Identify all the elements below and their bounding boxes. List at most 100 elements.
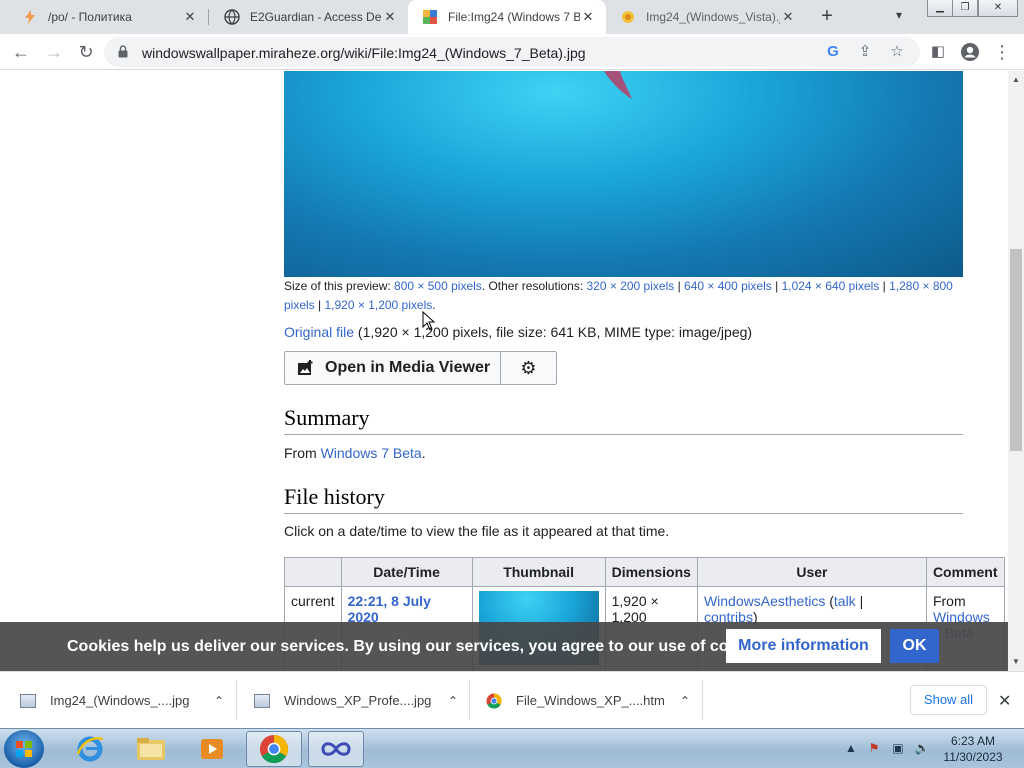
download-name: Img24_(Windows_....jpg <box>50 693 190 708</box>
download-bar: Img24_(Windows_....jpg ⌃ Windows_XP_Prof… <box>0 671 1024 728</box>
download-item[interactable]: Windows_XP_Profe....jpg ⌃ <box>254 672 458 729</box>
column-header <box>284 557 342 587</box>
chevron-down-icon[interactable]: ▾ <box>896 8 902 22</box>
tab-divider <box>208 9 209 25</box>
tab-strip: /po/ - Политика ✕ E2Guardian - Access De… <box>0 0 1024 34</box>
close-icon[interactable]: ✕ <box>182 9 198 25</box>
close-icon[interactable]: ✕ <box>382 9 398 25</box>
column-header: Comment <box>925 557 1005 587</box>
close-window-icon[interactable]: ✕ <box>978 0 1018 17</box>
lock-icon <box>118 45 128 58</box>
restore-icon[interactable]: ❐ <box>952 0 978 17</box>
user-link[interactable]: WindowsAesthetics <box>704 593 825 609</box>
start-button-windows-icon[interactable] <box>4 730 44 768</box>
toolbar: ← → ↻ windowswallpaper.miraheze.org/wiki… <box>0 34 1024 70</box>
res-link[interactable]: 1,024 × 640 pixels <box>782 279 880 293</box>
cookie-banner: Cookies help us deliver our services. By… <box>0 622 1008 671</box>
new-tab-plus-icon[interactable]: + <box>816 5 838 27</box>
wiki-tile-icon <box>423 10 437 24</box>
chrome-taskbar-icon[interactable] <box>246 731 302 767</box>
close-icon[interactable]: ✕ <box>998 691 1011 711</box>
preview-image[interactable] <box>284 71 963 277</box>
datetime-link[interactable]: 22:21, 8 July 2020 <box>348 593 431 625</box>
more-information-button[interactable]: More information <box>726 629 881 663</box>
ok-button[interactable]: OK <box>890 629 939 663</box>
bookmark-star-icon[interactable]: ☆ <box>888 43 906 61</box>
res-link[interactable]: 1,920 × 1,200 pixels <box>324 298 432 312</box>
scroll-down-icon[interactable]: ▼ <box>1011 657 1021 666</box>
address-bar[interactable]: windowswallpaper.miraheze.org/wiki/File:… <box>104 37 920 67</box>
google-lens-icon[interactable]: G <box>824 43 842 61</box>
download-name: File_Windows_XP_....htm <box>516 693 665 708</box>
column-header: Date/Time <box>340 557 473 587</box>
tab-title: File:Img24 (Windows 7 Be <box>448 10 580 24</box>
original-file-link[interactable]: Original file <box>284 324 354 340</box>
back-arrow-icon[interactable]: ← <box>9 40 33 64</box>
kebab-menu-icon[interactable]: ⋮ <box>990 40 1014 64</box>
bolt-icon <box>25 10 35 24</box>
windows-7-beta-link[interactable]: Windows 7 Beta <box>321 445 422 461</box>
download-item[interactable]: Img24_(Windows_....jpg ⌃ <box>20 672 224 729</box>
gear-icon[interactable]: ⚙ <box>500 351 557 385</box>
image-icon <box>298 360 313 375</box>
column-header: User <box>696 557 927 587</box>
page-content: Size of this preview: 800 × 500 pixels. … <box>0 71 1008 671</box>
divider <box>236 680 237 720</box>
chevron-up-icon[interactable]: ⌃ <box>214 694 224 708</box>
download-name: Windows_XP_Profe....jpg <box>284 693 432 708</box>
size-info: Size of this preview: 800 × 500 pixels. … <box>284 279 953 312</box>
image-file-icon <box>20 693 36 708</box>
folder-icon[interactable] <box>123 731 179 767</box>
tab-title: /po/ - Политика <box>48 10 132 24</box>
preview-size-link[interactable]: 800 × 500 pixels <box>394 279 482 293</box>
page-scrollbar[interactable]: ▲ ▼ <box>1008 71 1024 671</box>
summary-heading: Summary <box>284 405 963 435</box>
tab-1[interactable]: /po/ - Политика ✕ <box>8 0 208 34</box>
tab-2[interactable]: E2Guardian - Access Den ✕ <box>210 0 408 34</box>
divider <box>469 680 470 720</box>
tab-title: Img24_(Windows_Vista).jp <box>646 10 780 24</box>
url-text: windowswallpaper.miraheze.org/wiki/File:… <box>142 45 586 61</box>
summary-text: From Windows 7 Beta. <box>284 445 426 461</box>
tab-title: E2Guardian - Access Den <box>250 10 382 24</box>
globe-icon <box>224 9 240 25</box>
show-all-button[interactable]: Show all <box>910 685 987 715</box>
res-link[interactable]: 640 × 400 pixels <box>684 279 772 293</box>
clock-date: 11/30/2023 <box>943 750 1003 764</box>
res-link[interactable]: 320 × 200 pixels <box>587 279 675 293</box>
media-player-icon[interactable] <box>184 731 240 767</box>
flower-icon <box>622 11 634 23</box>
clock-time: 6:23 AM <box>950 734 996 748</box>
chrome-icon <box>486 693 502 709</box>
clock[interactable]: 6:23 AM 11/30/2023 <box>928 733 1018 765</box>
action-center-flag-icon[interactable]: ⚑ <box>866 741 882 757</box>
side-panel-icon[interactable]: ◧ <box>926 40 950 64</box>
close-icon[interactable]: ✕ <box>780 9 796 25</box>
profile-avatar-icon[interactable] <box>958 40 982 64</box>
forward-arrow-icon[interactable]: → <box>42 40 66 64</box>
file-history-heading: File history <box>284 484 963 514</box>
talk-link[interactable]: talk <box>834 593 856 609</box>
minimize-icon[interactable]: ▁ <box>927 0 953 17</box>
reload-icon[interactable]: ↻ <box>74 40 98 64</box>
file-history-intro: Click on a date/time to view the file as… <box>284 523 670 539</box>
screen: /po/ - Политика ✕ E2Guardian - Access De… <box>0 0 1024 768</box>
divider <box>702 680 703 720</box>
tab-3-active[interactable]: File:Img24 (Windows 7 Be ✕ <box>408 0 606 34</box>
internet-explorer-icon[interactable] <box>62 731 118 767</box>
tab-4[interactable]: Img24_(Windows_Vista).jp ✕ <box>606 0 806 34</box>
chevron-up-icon[interactable]: ⌃ <box>680 694 690 708</box>
close-icon[interactable]: ✕ <box>580 9 596 25</box>
chevron-up-icon[interactable]: ⌃ <box>448 694 458 708</box>
open-media-viewer-button[interactable]: Open in Media Viewer <box>284 351 501 385</box>
betta-fish-graphic <box>604 71 632 99</box>
show-hidden-icons-icon[interactable]: ▲ <box>843 741 859 757</box>
network-icon[interactable]: ▣ <box>890 741 906 757</box>
scroll-up-icon[interactable]: ▲ <box>1011 75 1021 84</box>
download-item[interactable]: File_Windows_XP_....htm ⌃ <box>486 672 690 729</box>
share-icon[interactable]: ⇪ <box>856 43 874 61</box>
infinity-app-icon[interactable] <box>308 731 364 767</box>
scroll-thumb[interactable] <box>1010 249 1022 451</box>
original-file-line: Original file (1,920 × 1,200 pixels, fil… <box>284 324 753 340</box>
image-file-icon <box>254 693 270 708</box>
